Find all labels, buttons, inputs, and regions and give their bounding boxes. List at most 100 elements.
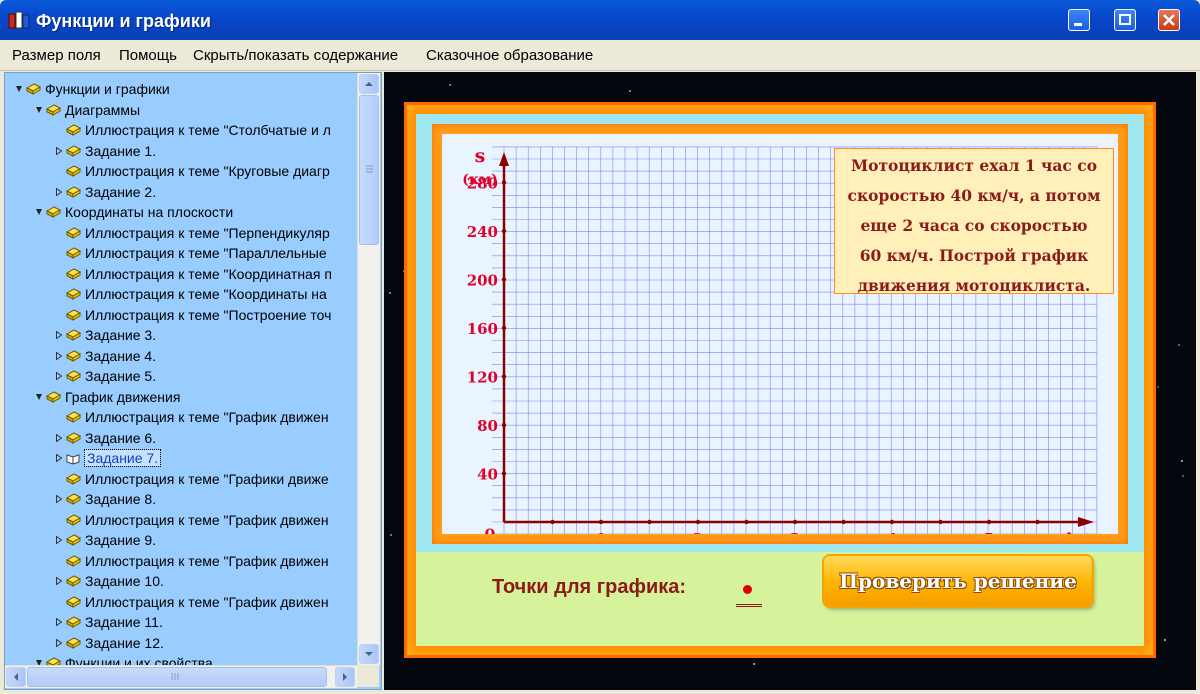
book-icon (65, 616, 81, 628)
title-bar: Функции и графики (0, 0, 1200, 40)
y-tick-mark (501, 228, 507, 234)
tree-item-label: График движения (65, 388, 181, 405)
expand-icon[interactable] (55, 331, 63, 339)
y-tick-label: 160 (467, 320, 498, 338)
tree-item-label: Функции и графики (45, 81, 170, 97)
answer-panel: Точки для графика: Проверить решение (416, 552, 1144, 646)
minimize-button[interactable] (1068, 9, 1090, 31)
horizontal-scrollbar[interactable] (5, 665, 357, 688)
expand-icon[interactable] (55, 433, 63, 442)
x-tick-mark (695, 519, 701, 525)
expand-icon[interactable] (55, 638, 63, 647)
arrow-down-icon (365, 652, 373, 656)
star-decoration (1157, 386, 1159, 388)
scroll-down-button[interactable] (359, 644, 379, 664)
y-axis-label: s (475, 145, 486, 167)
menu-fairy-education[interactable]: Сказочное образование (426, 47, 593, 64)
x-tick-mark (792, 519, 798, 525)
points-label: Точки для графика: (492, 576, 687, 598)
expand-icon[interactable] (55, 454, 63, 462)
star-decoration (1181, 460, 1183, 462)
scroll-corner (357, 665, 379, 687)
book-icon (65, 288, 81, 300)
book-icon (65, 636, 81, 649)
expand-icon[interactable] (55, 577, 63, 585)
scroll-right-button[interactable] (335, 667, 355, 687)
expand-icon[interactable] (55, 187, 63, 196)
menu-field-size[interactable]: Размер поля (12, 47, 101, 64)
book-icon (65, 267, 81, 280)
x-tick-mark (986, 519, 992, 525)
y-tick-mark (501, 277, 507, 282)
tree-item-label: Задание 9. (85, 532, 157, 548)
scroll-left-button[interactable] (6, 667, 26, 687)
graph-paper[interactable]: 4080120160200240280123450s(км)t(ч) Мотоц… (442, 134, 1118, 551)
tree-item-label: Задание 8. (85, 491, 157, 507)
star-decoration (629, 90, 631, 92)
star-decoration (1182, 475, 1184, 477)
open-book-icon (66, 454, 80, 465)
book-icon (65, 431, 81, 444)
window-title: Функции и графики (36, 11, 211, 31)
star-decoration (753, 663, 755, 665)
collapse-icon[interactable] (35, 106, 43, 114)
scroll-up-button[interactable] (359, 74, 379, 94)
tree-item-label: Задание 5. (85, 368, 157, 384)
tree-item-label: Функции и их свойства (65, 655, 213, 665)
horizontal-scroll-thumb[interactable] (27, 667, 327, 687)
task-line: скоростью 40 км/ч, а потом (847, 186, 1101, 205)
y-tick-mark (501, 422, 507, 428)
book-icon (65, 534, 81, 546)
book-icon (65, 247, 81, 259)
expand-icon[interactable] (55, 495, 63, 503)
x-tick-label: 2 (693, 530, 703, 534)
tree-item-label: Иллюстрация к теме "Параллельные (85, 245, 327, 261)
y-tick-mark (501, 325, 507, 331)
book-icon (65, 575, 81, 587)
y-axis-unit: (км) (462, 172, 498, 188)
task-text-box: Мотоциклист ехал 1 час со скоростью 40 к… (834, 148, 1114, 295)
maximize-button[interactable] (1114, 9, 1136, 31)
menu-toggle-contents[interactable]: Скрыть/показать содержание (193, 47, 398, 64)
expand-icon[interactable] (55, 536, 63, 544)
x-axis-unit: (ч) (1082, 532, 1106, 534)
check-solution-button[interactable]: Проверить решение (824, 556, 1092, 606)
collapse-icon[interactable] (35, 208, 43, 216)
close-button[interactable] (1158, 9, 1180, 31)
tree-item-label: Задание 6. (85, 429, 157, 446)
star-decoration (389, 292, 391, 294)
expand-icon[interactable] (55, 351, 63, 360)
book-icon (65, 185, 81, 198)
tree-item-label: Задание 12. (85, 634, 164, 651)
expand-icon[interactable] (55, 146, 63, 155)
tree-item-label: Диаграммы (65, 101, 141, 118)
maximize-icon (1119, 14, 1131, 25)
lesson-area: 4080120160200240280123450s(км)t(ч) Мотоц… (384, 72, 1196, 690)
tree-item-label: Иллюстрация к теме "График движен (85, 511, 329, 528)
y-tick-mark (501, 471, 507, 476)
book-icon (65, 493, 81, 505)
board-frame: 4080120160200240280123450s(км)t(ч) Мотоц… (404, 102, 1156, 658)
collapse-icon[interactable] (35, 393, 43, 401)
collapse-icon[interactable] (15, 85, 23, 93)
x-tick-mark (744, 519, 749, 525)
red-point-icon[interactable] (743, 585, 752, 594)
app-icon (8, 11, 30, 29)
task-line: еще 2 часа со скоростью (860, 216, 1088, 235)
vertical-scrollbar[interactable] (357, 73, 380, 665)
book-icon (65, 411, 81, 423)
book-icon (65, 329, 81, 341)
menu-help[interactable]: Помощь (119, 47, 177, 64)
x-axis-label: t (1065, 527, 1075, 534)
y-tick-label: 40 (477, 466, 498, 484)
expand-icon[interactable] (55, 372, 63, 380)
x-tick-label: 4 (887, 530, 897, 534)
vertical-scroll-thumb[interactable] (359, 95, 379, 245)
tree-item-label: Задание 3. (85, 327, 157, 343)
tree-item-label: Задание 7. (83, 449, 162, 467)
y-tick-label: 240 (467, 223, 498, 241)
point-token[interactable] (736, 576, 762, 607)
expand-icon[interactable] (55, 618, 63, 626)
tree-item-label: Иллюстрация к теме "Перпендикуляр (85, 224, 330, 241)
book-icon (65, 144, 81, 157)
